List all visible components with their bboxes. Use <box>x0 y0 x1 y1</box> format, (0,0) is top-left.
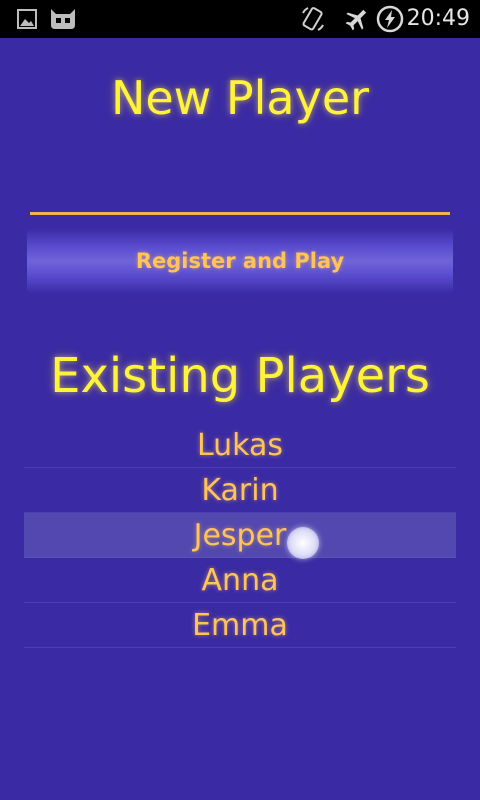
player-row-lukas[interactable]: Lukas <box>24 423 456 468</box>
register-and-play-button[interactable]: Register and Play <box>27 228 453 294</box>
player-name: Emma <box>192 607 288 643</box>
new-player-title: New Player <box>110 71 370 125</box>
player-row-karin[interactable]: Karin <box>24 468 456 513</box>
player-row-jesper[interactable]: Jesper <box>24 513 456 558</box>
battery-charging-icon <box>376 5 404 33</box>
rotation-icon <box>302 7 324 31</box>
player-name: Lukas <box>196 427 284 463</box>
clock: 20:49 <box>406 6 470 31</box>
player-name: Anna <box>201 562 279 598</box>
player-row-anna[interactable]: Anna <box>24 558 456 603</box>
player-name: Jesper <box>193 517 287 553</box>
register-button-label: Register and Play <box>135 249 345 273</box>
player-name-input[interactable] <box>30 160 450 215</box>
airplane-mode-icon <box>345 9 367 31</box>
player-row-emma[interactable]: Emma <box>24 603 456 648</box>
existing-players-title: Existing Players <box>50 348 430 404</box>
status-bar: 20:49 <box>0 0 480 38</box>
player-name: Karin <box>201 472 279 508</box>
image-icon <box>17 9 37 29</box>
cyanogen-icon <box>51 9 75 29</box>
touch-indicator <box>287 527 319 559</box>
player-list: Lukas Karin Jesper Anna Emma <box>24 423 456 648</box>
